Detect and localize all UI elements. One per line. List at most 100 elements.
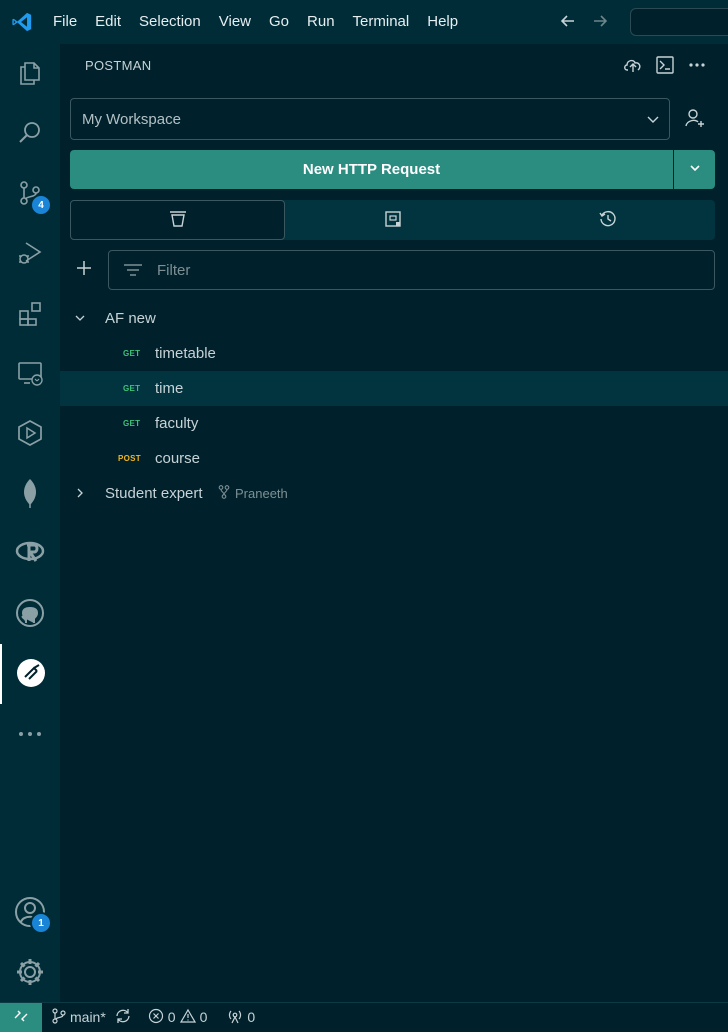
r-language-button[interactable] (0, 524, 60, 584)
activity-bar: 4 1 (0, 44, 60, 1002)
sidebar-tabs (70, 200, 715, 240)
terminal-icon[interactable] (654, 54, 676, 76)
remote-explorer-button[interactable] (0, 344, 60, 404)
branch-indicator[interactable]: main* (52, 1007, 132, 1027)
menu-view[interactable]: View (210, 0, 260, 44)
extensions-button[interactable] (0, 284, 60, 344)
github-icon (15, 598, 45, 631)
method-badge: GET (123, 419, 141, 428)
extensions-icon (16, 299, 44, 330)
accounts-button[interactable]: 1 (0, 883, 60, 943)
workspace-select-value: My Workspace (82, 110, 181, 128)
collection-name: Student expert (105, 485, 203, 502)
postman-sidebar: POSTMAN My Workspace New HTTP Request Fi… (60, 44, 728, 1002)
panel-actions (622, 54, 708, 76)
remote-explorer-icon (16, 359, 44, 390)
method-badge: POST (118, 454, 141, 463)
plus-icon (75, 259, 93, 280)
tab-collections[interactable] (70, 200, 285, 240)
fork-label: Praneeth (218, 485, 288, 502)
request-row[interactable]: POST course (60, 441, 728, 476)
remote-indicator[interactable] (0, 1002, 42, 1032)
command-center[interactable] (630, 8, 728, 36)
chevron-right-icon[interactable] (72, 485, 88, 501)
status-bar: main* 0 0 0 (0, 1002, 728, 1032)
menu-help[interactable]: Help (418, 0, 467, 44)
fork-owner: Praneeth (235, 486, 288, 501)
explorer-button[interactable] (0, 44, 60, 104)
panel-title: POSTMAN (85, 58, 152, 73)
files-icon (16, 59, 44, 90)
warning-icon (179, 1008, 196, 1027)
filter-input[interactable] (155, 260, 659, 280)
error-count: 0 (167, 1009, 176, 1025)
branch-name: main* (70, 1009, 106, 1025)
menu-file[interactable]: File (44, 0, 86, 44)
gear-icon (14, 956, 46, 991)
invite-user-button[interactable] (682, 106, 708, 132)
menu-edit[interactable]: Edit (86, 0, 130, 44)
request-row[interactable]: GET time (60, 371, 728, 406)
r-logo-icon (15, 539, 45, 570)
hexagon-icon (16, 419, 44, 450)
collections-icon (168, 210, 188, 231)
tab-history[interactable] (500, 200, 715, 240)
back-arrow-icon[interactable] (558, 11, 578, 34)
broadcast-icon (227, 1008, 243, 1027)
chevron-down-icon (645, 111, 661, 131)
menu-terminal[interactable]: Terminal (344, 0, 419, 44)
menu-go[interactable]: Go (260, 0, 298, 44)
search-button[interactable] (0, 104, 60, 164)
request-row[interactable]: GET timetable (60, 336, 728, 371)
warning-count: 0 (199, 1009, 208, 1025)
tab-environments[interactable] (285, 200, 500, 240)
forward-arrow-icon[interactable] (590, 11, 610, 34)
hex-extension-button[interactable] (0, 404, 60, 464)
source-control-button[interactable]: 4 (0, 164, 60, 224)
cloud-upload-icon[interactable] (622, 54, 644, 76)
sync-icon[interactable] (114, 1008, 132, 1027)
run-debug-icon (16, 239, 44, 270)
github-button[interactable] (0, 584, 60, 644)
request-name: course (155, 450, 201, 467)
manage-button[interactable] (0, 943, 60, 1003)
source-control-badge: 4 (30, 194, 52, 216)
collection-name: AF new (105, 310, 156, 327)
navigation-arrows (558, 0, 610, 44)
more-actions-icon[interactable] (686, 54, 708, 76)
menu-selection[interactable]: Selection (130, 0, 210, 44)
git-branch-icon (52, 1007, 66, 1027)
more-views-button[interactable] (0, 704, 60, 764)
collection-row[interactable]: Student expert Praneeth (60, 476, 728, 511)
fork-icon (218, 485, 230, 502)
add-person-icon (684, 107, 706, 132)
accounts-badge: 1 (30, 912, 52, 934)
title-bar: File Edit Selection View Go Run Terminal… (0, 0, 728, 44)
mongodb-button[interactable] (0, 464, 60, 524)
request-name: faculty (155, 415, 199, 432)
new-request-dropdown-button[interactable] (674, 150, 715, 189)
chevron-down-icon (688, 161, 702, 178)
ports-count: 0 (247, 1009, 256, 1025)
method-badge: GET (123, 349, 141, 358)
ports-indicator[interactable]: 0 (227, 1008, 255, 1027)
new-http-request-button[interactable]: New HTTP Request (70, 150, 673, 189)
history-icon (598, 209, 618, 232)
run-debug-button[interactable] (0, 224, 60, 284)
ellipsis-icon (16, 726, 44, 742)
chevron-down-icon[interactable] (72, 310, 88, 326)
environment-icon (384, 210, 402, 231)
method-badge: GET (123, 384, 141, 393)
vscode-logo-icon (0, 0, 44, 44)
postman-button[interactable] (0, 644, 60, 704)
request-row[interactable]: GET faculty (60, 406, 728, 441)
filter-field[interactable] (108, 250, 715, 290)
postman-icon (15, 657, 47, 692)
workspace-select[interactable]: My Workspace (70, 98, 670, 140)
request-name: time (155, 380, 184, 397)
search-icon (16, 119, 44, 150)
menu-run[interactable]: Run (298, 0, 344, 44)
collection-row[interactable]: AF new (60, 301, 728, 336)
add-collection-button[interactable] (74, 259, 94, 279)
problems-indicator[interactable]: 0 0 (148, 1008, 208, 1027)
